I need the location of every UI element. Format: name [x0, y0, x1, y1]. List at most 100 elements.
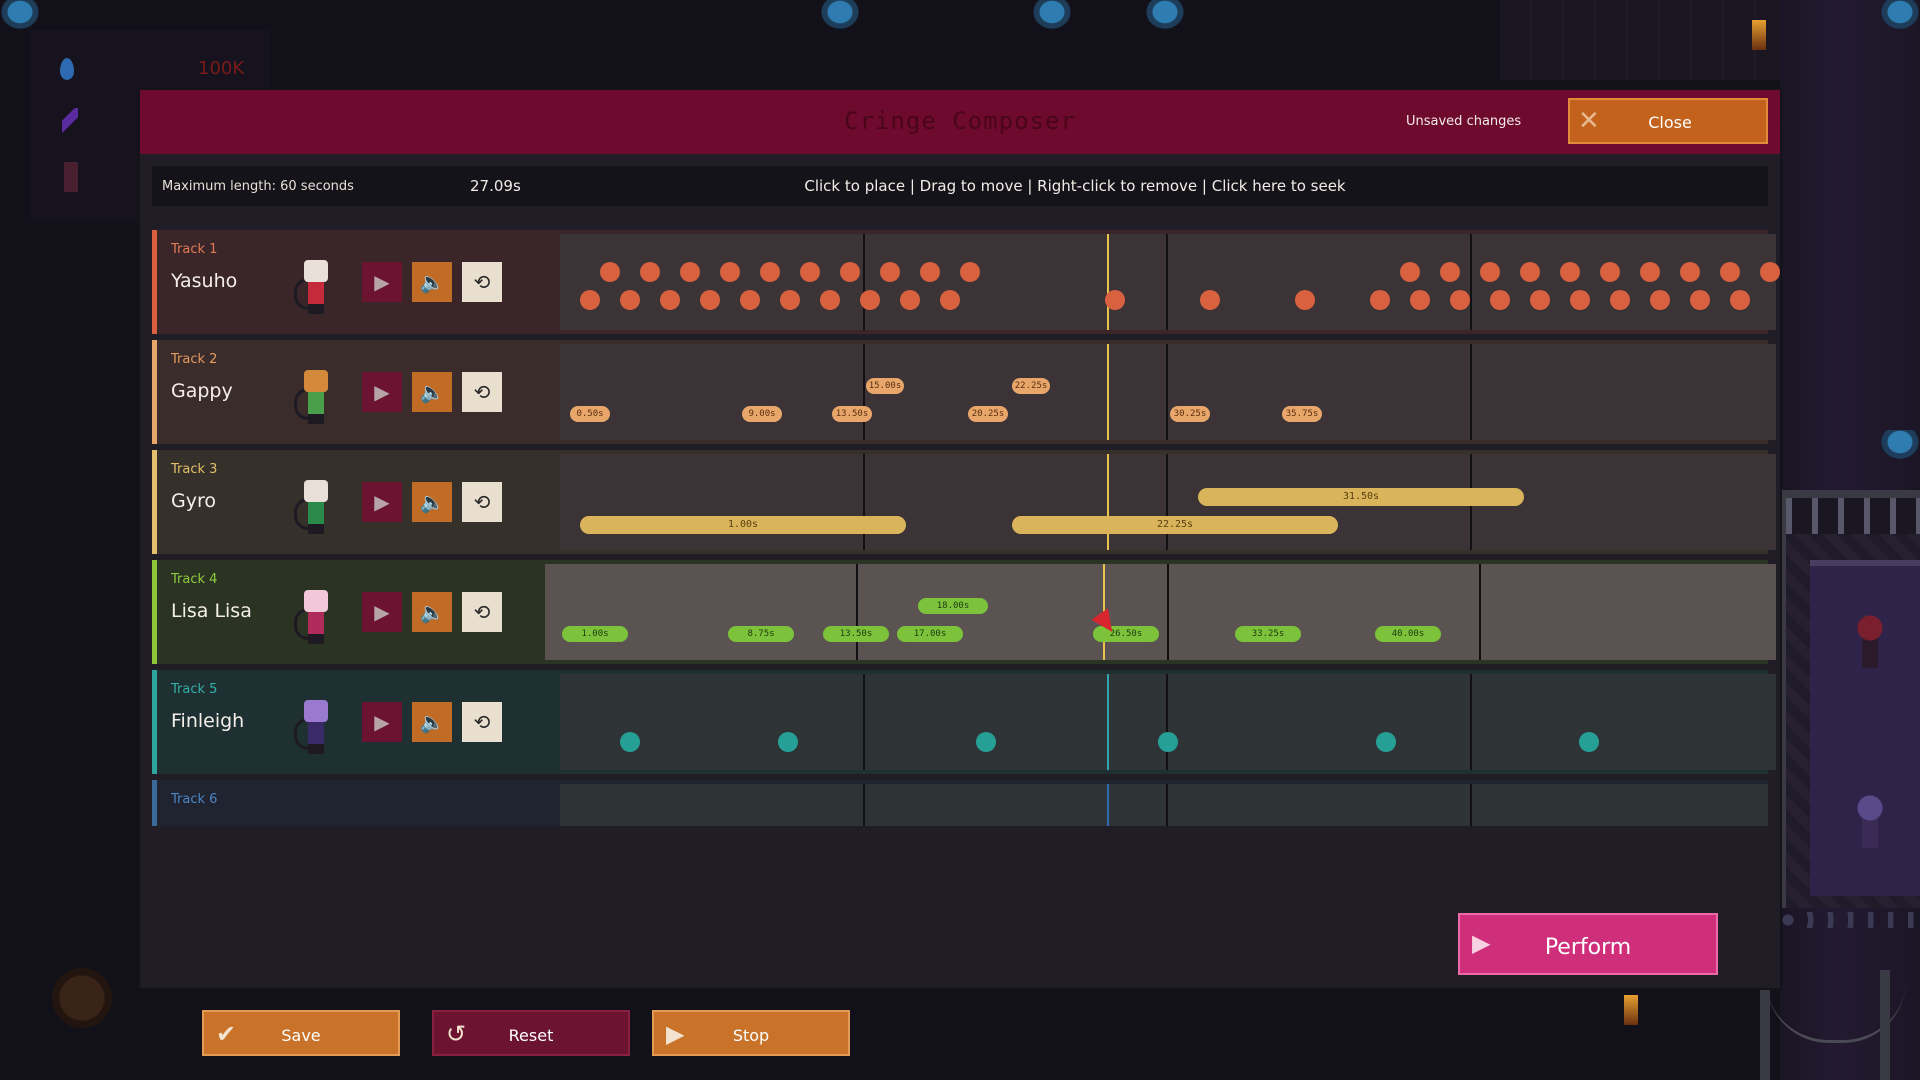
note-dot[interactable]: [1158, 732, 1178, 752]
track-play-button[interactable]: ▶: [362, 592, 402, 632]
track-timeline[interactable]: [560, 784, 1768, 826]
note-dot[interactable]: [680, 262, 700, 282]
note-dot[interactable]: [1680, 262, 1700, 282]
note-dot[interactable]: [778, 732, 798, 752]
track-accent-stripe: [152, 450, 157, 554]
track-timeline[interactable]: [560, 234, 1780, 330]
note-dot[interactable]: [1480, 262, 1500, 282]
timeline-gridline: [863, 234, 865, 330]
track-play-button[interactable]: ▶: [362, 482, 402, 522]
note-dot[interactable]: [880, 262, 900, 282]
note-dot[interactable]: [740, 290, 760, 310]
note-clip[interactable]: 0.50s: [570, 406, 610, 422]
note-clip[interactable]: 1.00s: [580, 516, 906, 534]
note-dot[interactable]: [1600, 262, 1620, 282]
track-play-button[interactable]: ▶: [362, 262, 402, 302]
note-dot[interactable]: [1760, 262, 1780, 282]
note-dot[interactable]: [960, 262, 980, 282]
note-dot[interactable]: [1440, 262, 1460, 282]
note-dot[interactable]: [800, 262, 820, 282]
note-clip[interactable]: 40.00s: [1375, 626, 1441, 642]
track-mute-button[interactable]: 🔈: [412, 262, 452, 302]
track-mute-button[interactable]: 🔈: [412, 372, 452, 412]
note-dot[interactable]: [976, 732, 996, 752]
note-dot[interactable]: [1105, 290, 1125, 310]
note-dot[interactable]: [600, 262, 620, 282]
loop-icon: ⟲: [473, 710, 491, 734]
reset-button[interactable]: ↺ Reset: [432, 1010, 630, 1056]
note-clip[interactable]: 15.00s: [866, 378, 904, 394]
track-timeline[interactable]: 31.50s 1.00s 22.25s: [560, 454, 1776, 550]
track-play-button[interactable]: ▶: [362, 702, 402, 742]
note-dot[interactable]: [1610, 290, 1630, 310]
note-dot[interactable]: [840, 262, 860, 282]
track-play-button[interactable]: ▶: [362, 372, 402, 412]
seek-bar[interactable]: Maximum length: 60 seconds 27.09s Click …: [152, 166, 1768, 206]
track-mute-button[interactable]: 🔈: [412, 702, 452, 742]
track-mute-button[interactable]: 🔈: [412, 592, 452, 632]
note-clip[interactable]: 30.25s: [1170, 406, 1210, 422]
note-clip[interactable]: 17.00s: [897, 626, 963, 642]
timeline-gridline: [1470, 674, 1472, 770]
note-dot[interactable]: [1720, 262, 1740, 282]
note-clip[interactable]: 1.00s: [562, 626, 628, 642]
track-loop-button[interactable]: ⟲: [462, 702, 502, 742]
track-timeline[interactable]: 15.00s 22.25s 0.50s 9.00s 13.50s 20.25s 30.25s…: [560, 344, 1776, 440]
note-dot[interactable]: [1640, 262, 1660, 282]
note-dot[interactable]: [780, 290, 800, 310]
note-dot[interactable]: [940, 290, 960, 310]
note-dot[interactable]: [1579, 732, 1599, 752]
note-clip[interactable]: 18.00s: [918, 598, 988, 614]
close-button[interactable]: ✕ Close: [1568, 98, 1768, 144]
note-dot[interactable]: [1650, 290, 1670, 310]
note-dot[interactable]: [1560, 262, 1580, 282]
stop-button[interactable]: ▶ Stop: [652, 1010, 850, 1056]
note-dot[interactable]: [620, 732, 640, 752]
note-clip[interactable]: 22.25s: [1012, 378, 1050, 394]
note-dot[interactable]: [1370, 290, 1390, 310]
note-clip[interactable]: 35.75s: [1282, 406, 1322, 422]
track-loop-button[interactable]: ⟲: [462, 372, 502, 412]
perform-button[interactable]: ▶ Perform: [1458, 913, 1718, 975]
note-dot[interactable]: [1376, 732, 1396, 752]
note-dot[interactable]: [1400, 262, 1420, 282]
note-dot[interactable]: [700, 290, 720, 310]
track-mute-button[interactable]: 🔈: [412, 482, 452, 522]
note-clip[interactable]: 9.00s: [742, 406, 782, 422]
note-dot[interactable]: [1690, 290, 1710, 310]
note-dot[interactable]: [580, 290, 600, 310]
currency-value: 100K: [198, 58, 245, 79]
water-drop-icon: [60, 58, 74, 80]
note-dot[interactable]: [820, 290, 840, 310]
note-dot[interactable]: [900, 290, 920, 310]
note-dot[interactable]: [1490, 290, 1510, 310]
note-dot[interactable]: [620, 290, 640, 310]
note-dot[interactable]: [760, 262, 780, 282]
track-loop-button[interactable]: ⟲: [462, 592, 502, 632]
note-dot[interactable]: [1295, 290, 1315, 310]
note-dot[interactable]: [1520, 262, 1540, 282]
track-timeline[interactable]: 18.00s 1.00s 8.75s 13.50s 17.00s 26.50s 33.25s…: [545, 564, 1776, 660]
note-dot[interactable]: [1530, 290, 1550, 310]
note-dot[interactable]: [720, 262, 740, 282]
note-clip[interactable]: 31.50s: [1198, 488, 1524, 506]
note-dot[interactable]: [1200, 290, 1220, 310]
note-dot[interactable]: [660, 290, 680, 310]
track-loop-button[interactable]: ⟲: [462, 262, 502, 302]
note-dot[interactable]: [920, 262, 940, 282]
track-timeline[interactable]: [560, 674, 1776, 770]
note-clip[interactable]: 22.25s: [1012, 516, 1338, 534]
note-clip[interactable]: 13.50s: [823, 626, 889, 642]
note-dot[interactable]: [1410, 290, 1430, 310]
save-button[interactable]: ✔ Save: [202, 1010, 400, 1056]
note-dot[interactable]: [1450, 290, 1470, 310]
track-loop-button[interactable]: ⟲: [462, 482, 502, 522]
note-clip[interactable]: 20.25s: [968, 406, 1008, 422]
note-dot[interactable]: [1730, 290, 1750, 310]
note-dot[interactable]: [1570, 290, 1590, 310]
note-clip[interactable]: 8.75s: [728, 626, 794, 642]
note-dot[interactable]: [640, 262, 660, 282]
note-dot[interactable]: [860, 290, 880, 310]
note-clip[interactable]: 13.50s: [832, 406, 872, 422]
note-clip[interactable]: 33.25s: [1235, 626, 1301, 642]
